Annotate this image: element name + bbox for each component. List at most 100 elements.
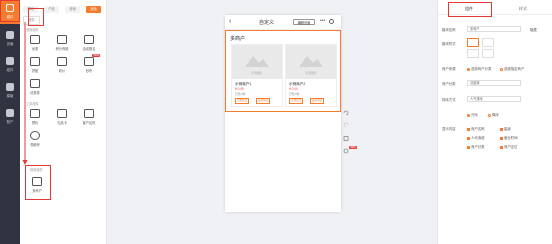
merchant-sales: 已售0件 [235, 92, 246, 96]
setting-label-category: 商户分类 [442, 82, 456, 86]
merchant-tag: 品质保证 [310, 98, 325, 104]
hide-toggle-label[interactable]: 隐藏 [530, 27, 537, 32]
rail-item-label: 组件 [6, 68, 14, 72]
highlight-box-component [25, 165, 51, 200]
image-placeholder-text: 示例图片 [305, 71, 317, 75]
image-placeholder-icon [245, 56, 269, 67]
merchant-image: 示例图片 [286, 45, 336, 79]
panel-tab-marketing[interactable]: 营销 [65, 6, 80, 13]
merchant-tag: 品质保证 [256, 98, 271, 104]
settings-panel: 组件 样式 模块名称 多商户 隐藏 模块样式 商户来源 选择商户分类 选择指定商… [437, 0, 552, 244]
merchant-price: ¥ 0.00 [289, 87, 298, 91]
merchant-tag: 免费配送 [289, 98, 304, 104]
show-item[interactable]: 商户分类 [467, 144, 485, 149]
new-badge: NEW [92, 54, 100, 57]
style-option-4[interactable] [482, 49, 494, 58]
left-rail: 组件 页面 组件 模版 账户 [0, 0, 20, 244]
module-title: 多商户 [230, 36, 246, 42]
comp-feedback[interactable]: 客户反馈 [80, 107, 98, 129]
template-icon [6, 83, 14, 91]
feedback-icon [84, 109, 94, 118]
sort-option-label: 降序 [492, 113, 499, 117]
setting-label-show: 显示内容 [442, 127, 456, 131]
back-icon[interactable]: ‹ [229, 18, 231, 25]
merchant-tag: 免费配送 [235, 98, 250, 104]
show-item-label: 营业时间 [504, 136, 518, 140]
comp-label: 活动报名 [82, 47, 96, 51]
redo-icon[interactable] [343, 122, 349, 128]
edit-page-button[interactable]: 编辑页面 [293, 18, 315, 25]
rail-item-page[interactable]: 页面 [0, 28, 20, 48]
undo-icon[interactable] [343, 110, 349, 116]
rail-item-label: 页面 [6, 42, 14, 46]
comp-bargain[interactable]: 砍价 [53, 55, 71, 77]
rail-item-account[interactable]: 账户 [0, 106, 20, 126]
merchant-card[interactable]: 示例图片 示例商户2 ¥ 0.00 已售0件 免费配送 品质保证 [285, 44, 337, 107]
sort-asc-option[interactable]: 升序 [467, 112, 478, 117]
comp-coupon2[interactable]: 优惠券 [26, 77, 44, 99]
highlight-box-settings-tab [448, 2, 492, 17]
setting-label-name: 模块名称 [442, 28, 456, 32]
sort-select[interactable]: 人气排序 [467, 96, 521, 102]
show-item[interactable]: 商户定位 [500, 144, 518, 149]
show-item[interactable]: 商户名称 [467, 126, 485, 131]
sort-option-label: 升序 [471, 113, 478, 117]
checkbox-icon [467, 145, 470, 149]
more-icon[interactable]: ••• [320, 18, 325, 24]
panel-tab-page[interactable]: 页面 [86, 6, 101, 13]
multi-merchant-module[interactable]: 多商户 示例图片 示例商户1 ¥ 0.00 已售0件 免费配送 品质保证 示例图… [225, 30, 341, 112]
show-item[interactable]: 星级 [500, 126, 511, 131]
show-item[interactable]: 营业时间 [500, 135, 518, 140]
card-icon [57, 109, 67, 118]
highlight-box-logo [0, 0, 20, 22]
show-item-label: 商户分类 [471, 145, 485, 149]
coupon-icon [30, 35, 40, 44]
setting-label-sort: 排序方式 [442, 98, 456, 102]
checkbox-icon [500, 127, 503, 131]
comp-signup[interactable]: 活动报名 [80, 33, 98, 55]
video-icon [30, 131, 40, 140]
style-option-2[interactable] [482, 38, 494, 47]
show-item[interactable]: 人均消费 [467, 135, 485, 140]
merchant-price: ¥ 0.00 [235, 87, 244, 91]
show-item-label: 人均消费 [471, 136, 485, 140]
page-title: 自定义 [259, 20, 275, 26]
style-option-1[interactable] [467, 38, 479, 47]
comp-seckill[interactable]: 秒杀 NEW [80, 54, 100, 77]
bargain-icon [57, 57, 67, 66]
radio-icon [488, 113, 491, 117]
source-option-2[interactable]: 选择指定商户 [500, 66, 524, 71]
comp-booking[interactable]: 预约 [26, 107, 44, 129]
comp-points-mall[interactable]: 积分商城 [53, 33, 71, 55]
capsule-close-icon[interactable] [329, 19, 334, 24]
rail-item-template[interactable]: 模版 [0, 80, 20, 100]
source-option-1[interactable]: 选择商户分类 [467, 66, 491, 71]
new-badge: NEW [349, 146, 357, 149]
delete-icon[interactable] [343, 135, 349, 141]
calendar-icon [30, 109, 40, 118]
sort-desc-option[interactable]: 降序 [488, 112, 499, 117]
comp-coupon[interactable]: 优惠 [26, 33, 44, 55]
merchant-card[interactable]: 示例图片 示例商户1 ¥ 0.00 已售0件 免费配送 品质保证 [231, 44, 283, 107]
tab-style-settings[interactable]: 样式 [498, 6, 548, 12]
page-icon [6, 31, 14, 39]
merchant-image: 示例图片 [232, 45, 282, 79]
panel-tab-product[interactable]: 产品 [44, 6, 59, 13]
comp-label: 砍价 [58, 69, 66, 73]
refresh-icon[interactable] [343, 148, 349, 154]
merchant-sales: 已售0件 [289, 92, 300, 96]
checkbox-icon [500, 145, 503, 149]
comp-video[interactable]: 视频号 [26, 129, 44, 151]
arrow-icon [22, 22, 28, 165]
highlight-box-tab [28, 8, 44, 26]
radio-icon [500, 67, 503, 71]
comp-group[interactable]: 拼团 [26, 55, 44, 77]
rail-item-component[interactable]: 组件 [0, 54, 20, 74]
category-select[interactable]: 请选择 [467, 80, 521, 86]
comp-giftcard[interactable]: 礼品卡 [53, 107, 71, 129]
module-name-input[interactable]: 多商户 [467, 26, 521, 32]
show-item-label: 星级 [504, 127, 511, 131]
style-option-3[interactable] [467, 49, 479, 58]
comp-label: 积分商城 [55, 47, 69, 51]
radio-icon [467, 113, 470, 117]
